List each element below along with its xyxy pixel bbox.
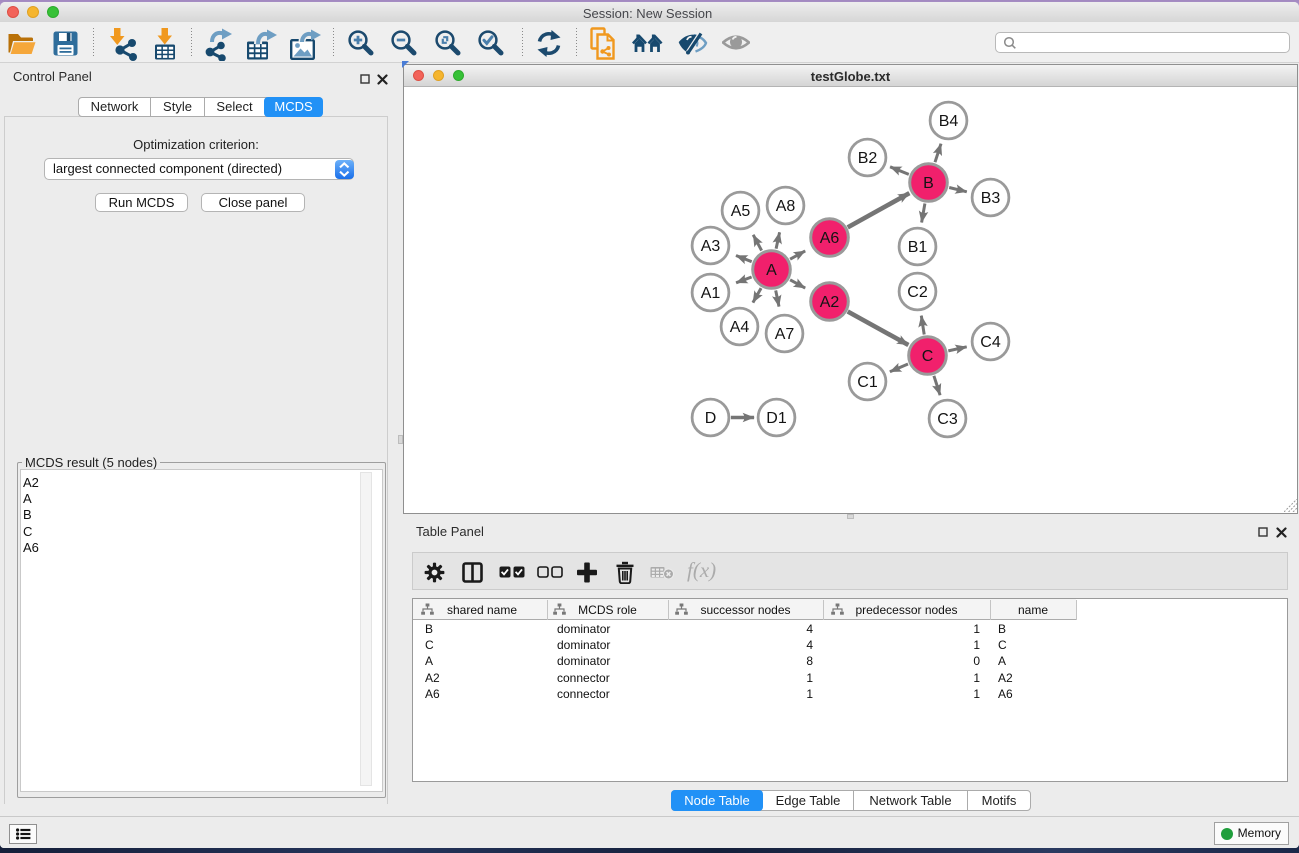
svg-text:A3: A3: [700, 238, 720, 255]
svg-text:A2: A2: [819, 294, 839, 311]
svg-text:B2: B2: [857, 150, 877, 167]
svg-text:D: D: [704, 410, 716, 427]
svg-text:C1: C1: [857, 374, 878, 391]
svg-text:D1: D1: [766, 410, 787, 427]
svg-text:A4: A4: [729, 319, 749, 336]
svg-text:A8: A8: [775, 198, 795, 215]
svg-text:B3: B3: [980, 190, 1000, 207]
svg-text:C: C: [921, 348, 933, 365]
svg-text:B4: B4: [938, 113, 958, 130]
svg-text:A7: A7: [774, 326, 794, 343]
svg-text:C4: C4: [980, 334, 1001, 351]
svg-text:A5: A5: [730, 203, 750, 220]
svg-text:C3: C3: [937, 411, 958, 428]
svg-text:B1: B1: [907, 239, 927, 256]
svg-text:A1: A1: [700, 285, 720, 302]
svg-text:C2: C2: [907, 284, 928, 301]
svg-text:B: B: [923, 175, 934, 192]
svg-text:A6: A6: [819, 230, 839, 247]
svg-text:A: A: [766, 262, 777, 279]
